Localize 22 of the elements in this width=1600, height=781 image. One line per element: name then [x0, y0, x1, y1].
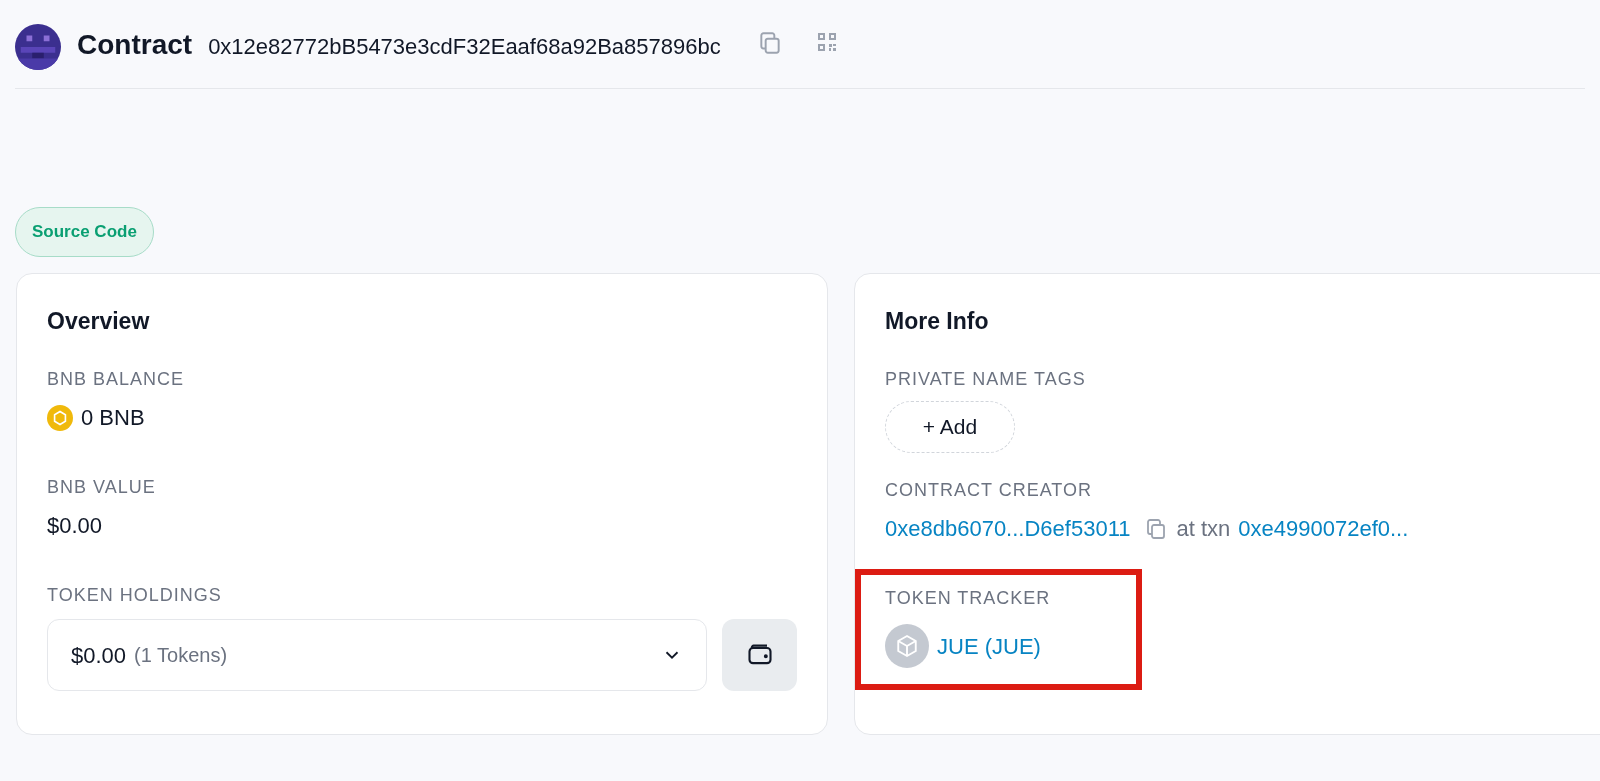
token-link[interactable]: JUE (JUE) — [937, 629, 1041, 663]
page-title: Contract — [77, 28, 193, 62]
contract-address: 0x12e82772bB5473e3cdF32Eaaf68a92Ba857896bc — [208, 33, 721, 61]
coin-icon — [47, 404, 73, 431]
avatar-icon — [15, 24, 61, 70]
source-code-badge[interactable]: Source Code — [15, 207, 154, 257]
field-label: CONTRACT CREATOR — [885, 479, 1093, 502]
field-value: 0 BNB — [81, 404, 145, 432]
field-label: BNB BALANCE — [47, 368, 186, 391]
field-label: TOKEN HOLDINGS — [47, 584, 223, 607]
token-logo-icon — [885, 624, 929, 668]
field-label: BNB VALUE — [47, 476, 157, 499]
creator-address-link[interactable]: 0xe8db6070...D6ef53011 — [885, 512, 1131, 545]
card-title: More Info — [885, 306, 990, 336]
field-label: TOKEN TRACKER — [885, 587, 1052, 610]
field-label: PRIVATE NAME TAGS — [885, 368, 1087, 391]
txn-link[interactable]: 0xe4990072ef0... — [1238, 512, 1409, 545]
wallet-button[interactable] — [722, 619, 797, 691]
field-value: $0.00 — [47, 512, 104, 540]
txn-label: at txn — [1176, 515, 1231, 543]
token-holdings-dropdown[interactable]: $0.00 (1 Tokens) — [47, 619, 707, 691]
card-title: Overview — [47, 306, 151, 336]
